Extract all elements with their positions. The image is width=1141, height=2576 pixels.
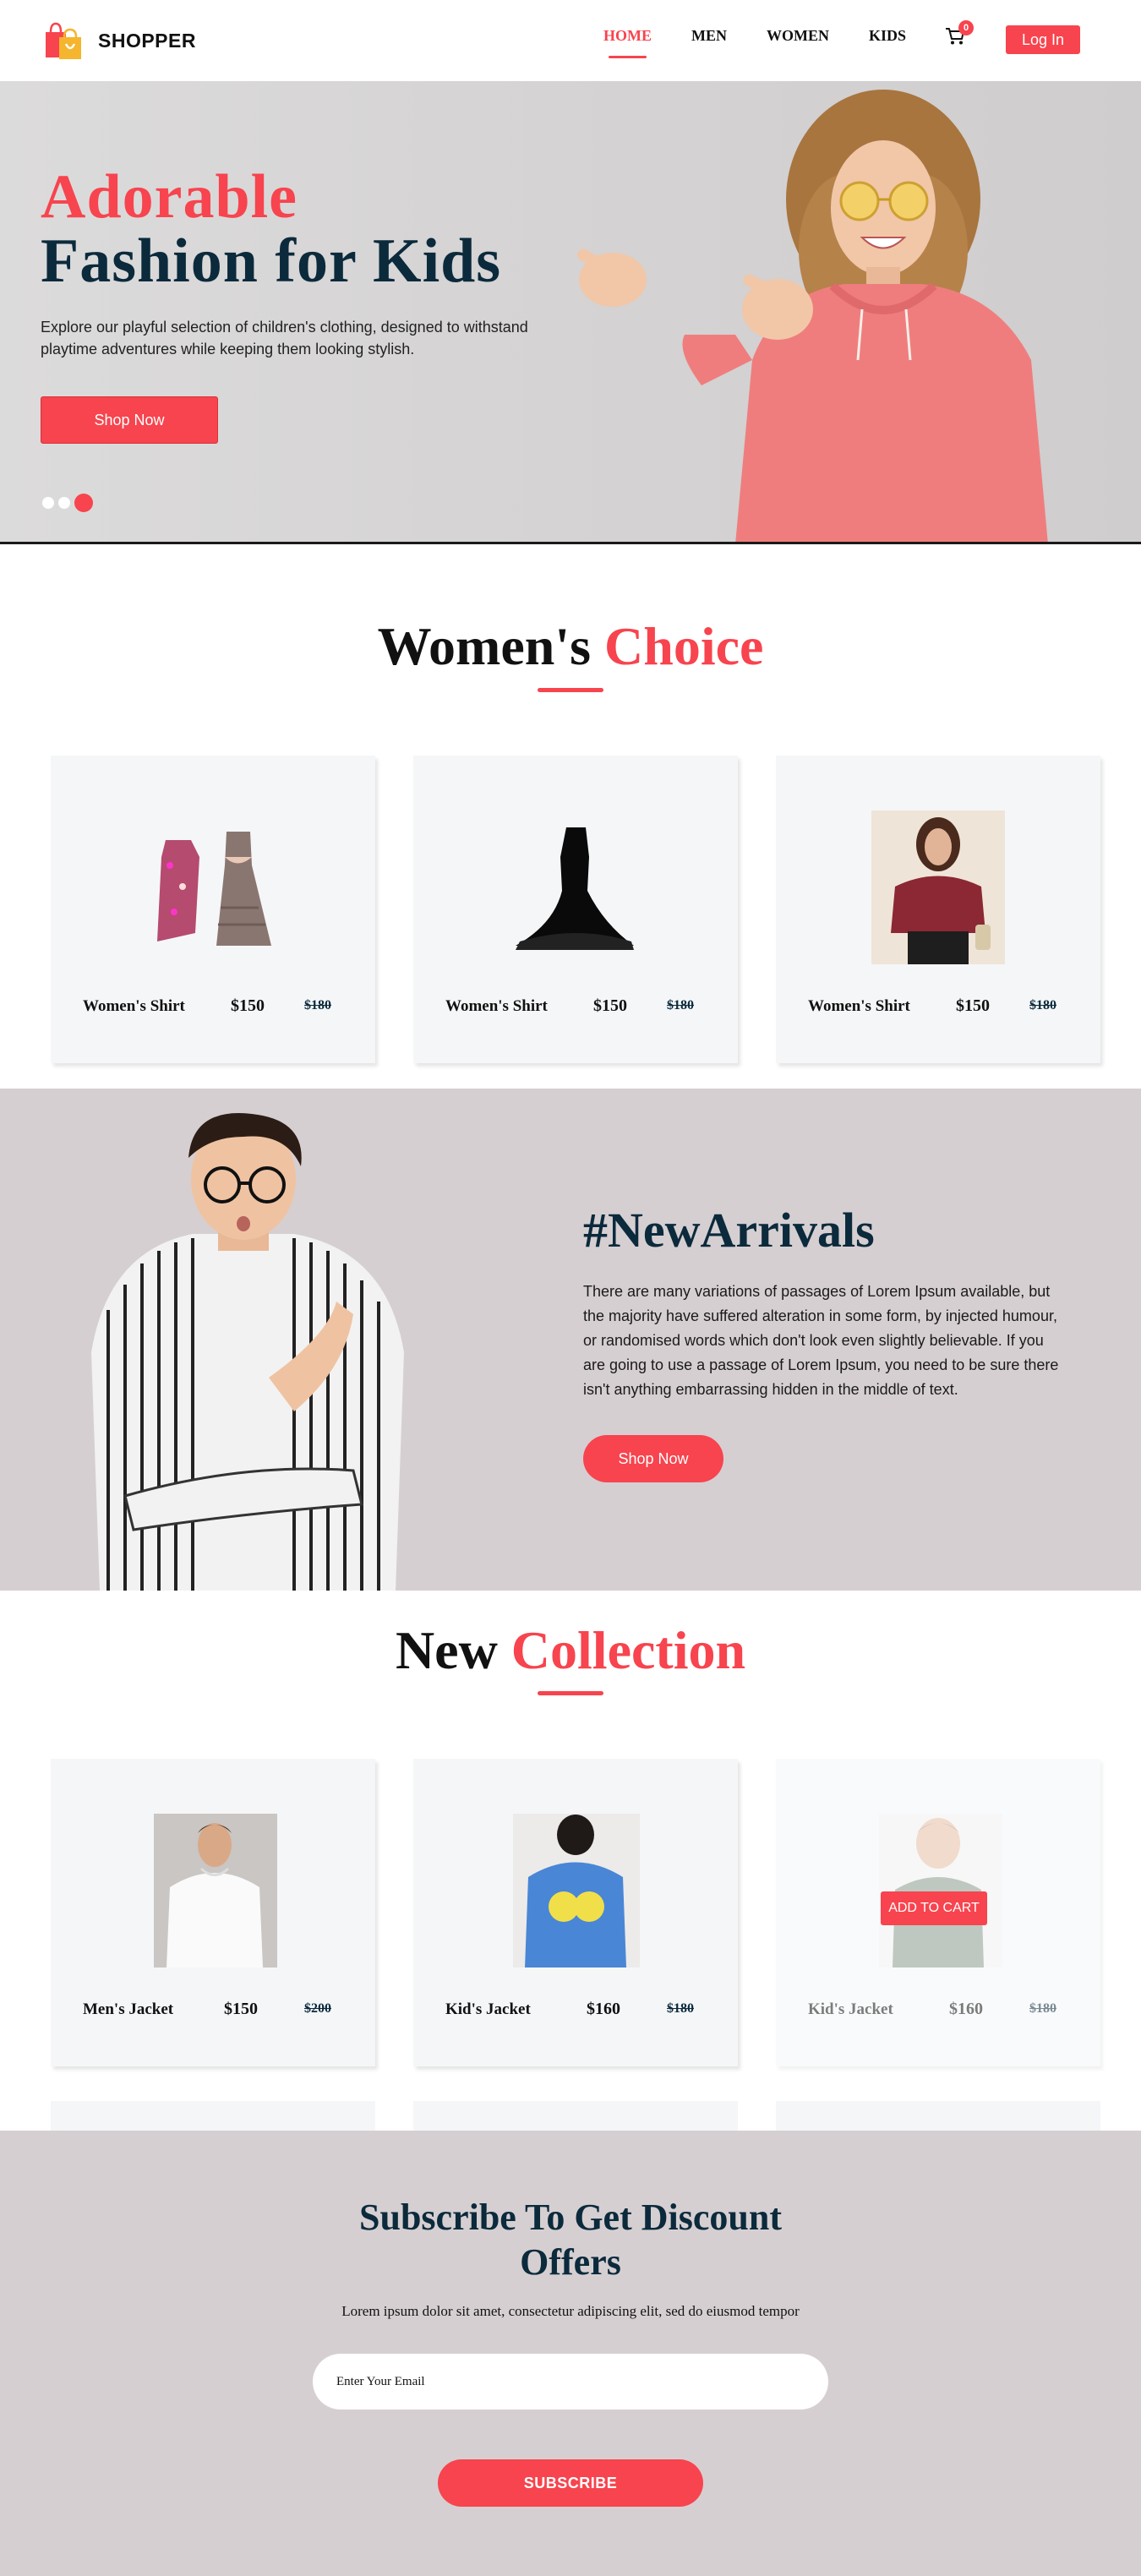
- subscribe-button[interactable]: SUBSCRIBE: [438, 2459, 703, 2507]
- product-old-price: $180: [1029, 998, 1056, 1012]
- product-price: $150: [956, 996, 990, 1015]
- womens-choice-title: Women's Choice: [0, 615, 1141, 678]
- slider-dot-3[interactable]: [74, 494, 93, 512]
- product-card-partial[interactable]: [413, 2101, 738, 2135]
- product-old-price: $180: [1029, 2001, 1056, 2016]
- slider-dot-2[interactable]: [58, 497, 70, 509]
- hero-shop-now-button[interactable]: Shop Now: [41, 396, 218, 444]
- hero-banner: Adorable Fashion for Kids Explore our pl…: [0, 81, 1141, 544]
- slider-dot-1[interactable]: [42, 497, 54, 509]
- section-underline: [538, 688, 603, 692]
- hero-model-image: [577, 90, 1048, 542]
- product-card[interactable]: Women's Shirt $150 $180: [776, 756, 1100, 1063]
- product-name: Women's Shirt: [808, 997, 910, 1015]
- product-price: $150: [593, 996, 627, 1015]
- hero-title-accent: Adorable: [41, 162, 298, 232]
- hero-title: Fashion for Kids: [41, 226, 502, 296]
- product-card[interactable]: Women's Shirt $150 $180: [413, 756, 738, 1063]
- product-old-price: $180: [304, 998, 331, 1012]
- new-arrivals-title: #NewArrivals: [583, 1203, 875, 1258]
- hero-description: Explore our playful selection of childre…: [41, 319, 528, 357]
- subscribe-description: Lorem ipsum dolor sit amet, consectetur …: [341, 2303, 800, 2319]
- product-old-price: $200: [304, 2001, 331, 2016]
- nav-home[interactable]: HOME: [603, 27, 652, 58]
- nav-kids[interactable]: KIDS: [869, 27, 906, 45]
- product-card[interactable]: Women's Shirt $150 $180: [51, 756, 375, 1063]
- womens-choice-title-main: Women's: [377, 616, 592, 676]
- subscribe-title: Subscribe To Get Discount Offers: [359, 2197, 782, 2283]
- product-name: Kid's Jacket: [445, 2000, 531, 2018]
- product-image-maroon-top-woman: [871, 810, 1005, 964]
- brand-name: SHOPPER: [98, 29, 196, 52]
- product-card-partial[interactable]: [51, 2101, 375, 2135]
- email-input[interactable]: [313, 2354, 828, 2410]
- subscribe-section: Subscribe To Get Discount Offers Lorem i…: [0, 2131, 1141, 2576]
- product-name: Kid's Jacket: [808, 2000, 893, 2018]
- new-arrivals-banner: #NewArrivals There are many variations o…: [0, 1089, 1141, 1591]
- cart-button[interactable]: 0: [945, 20, 974, 47]
- new-collection-title: New Collection: [0, 1619, 1141, 1682]
- nav-men[interactable]: MEN: [691, 27, 727, 45]
- product-image-white-hoodie-man: [154, 1814, 277, 1967]
- product-image-blue-hoodie-kid: [513, 1814, 640, 1967]
- product-card[interactable]: Kid's Jacket $160 $180: [413, 1759, 738, 2066]
- product-name: Women's Shirt: [83, 997, 185, 1015]
- product-price: $160: [949, 2000, 983, 2018]
- product-old-price: $180: [667, 998, 694, 1012]
- product-image-grey-sweater-kid: [879, 1814, 1002, 1967]
- product-card[interactable]: Men's Jacket $150 $200: [51, 1759, 375, 2066]
- shopping-bag-logo-icon: [46, 22, 81, 59]
- new-arrivals-shop-now-button[interactable]: Shop Now: [583, 1435, 723, 1482]
- product-image-floral-dresses: [157, 832, 271, 946]
- product-price: $150: [231, 996, 265, 1015]
- section-underline: [538, 1691, 603, 1695]
- womens-choice-title-accent: Choice: [604, 616, 764, 676]
- add-to-cart-button[interactable]: ADD TO CART: [881, 1891, 987, 1925]
- new-collection-title-main: New: [395, 1620, 498, 1680]
- product-price: $160: [587, 2000, 620, 2018]
- product-image-black-gown: [516, 827, 634, 950]
- nav-women[interactable]: WOMEN: [767, 27, 829, 45]
- new-collection-title-accent: Collection: [510, 1620, 746, 1680]
- slider-dots: [42, 494, 93, 512]
- new-arrivals-model-image: [91, 1113, 404, 1591]
- product-old-price: $180: [667, 2001, 694, 2016]
- product-name: Men's Jacket: [83, 2000, 174, 2018]
- cart-count-badge: 0: [958, 20, 974, 35]
- top-navbar: SHOPPER HOME MEN WOMEN KIDS 0 Log In: [0, 0, 1141, 81]
- product-price: $150: [224, 2000, 258, 2018]
- brand-logo[interactable]: SHOPPER: [41, 20, 196, 61]
- login-button[interactable]: Log In: [1006, 25, 1080, 54]
- product-name: Women's Shirt: [445, 997, 548, 1015]
- new-arrivals-description: There are many variations of passages of…: [583, 1283, 1059, 1398]
- product-card-partial[interactable]: [776, 2101, 1100, 2135]
